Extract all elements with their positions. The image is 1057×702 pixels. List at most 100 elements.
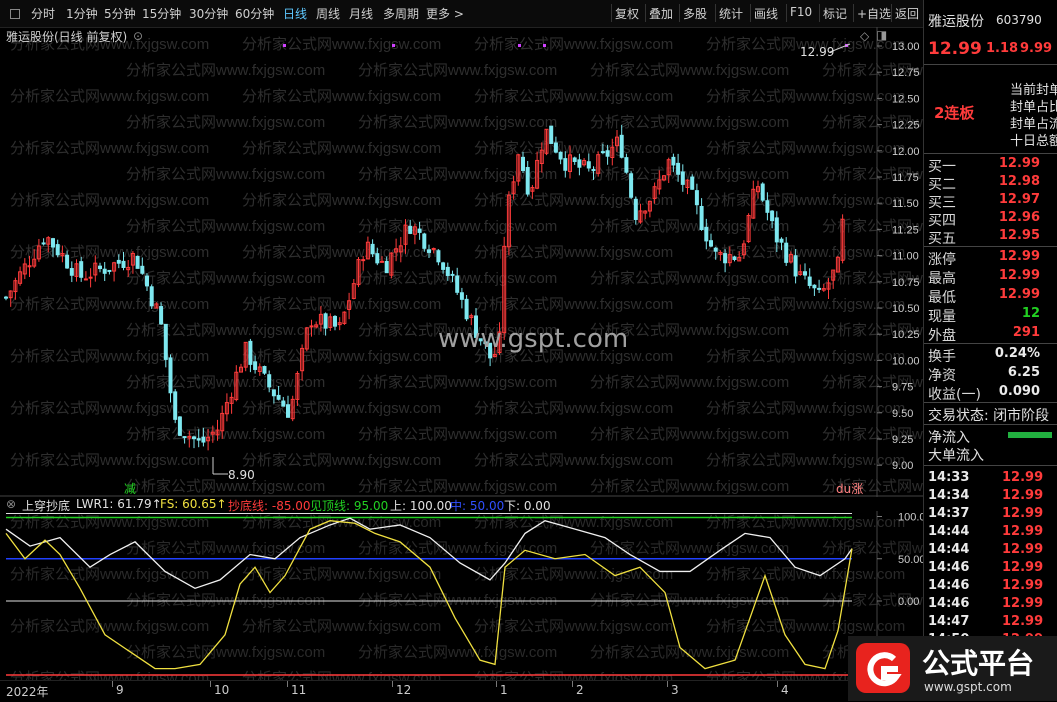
- tick-row[interactable]: 14:44 12.99: [924, 540, 1057, 558]
- buy-order-price: 12.96: [998, 210, 1040, 225]
- logo-text: 公式平台: [922, 647, 1035, 680]
- price-tick-label: 11.75: [892, 172, 919, 184]
- watermark-text: 分析家公式网www.fxjgsw.com: [706, 400, 905, 417]
- time-tick: [667, 681, 668, 687]
- menu-square-icon[interactable]: [10, 9, 20, 19]
- buy-order-row[interactable]: 买四 12.96: [924, 209, 1057, 229]
- candle-body: [88, 276, 93, 279]
- toolbar-button-4[interactable]: 画线: [754, 5, 778, 22]
- stat2-value: 0.090: [998, 384, 1040, 399]
- tick-time: 14:46: [928, 560, 970, 575]
- period-tab-10[interactable]: 更多 >: [426, 5, 464, 22]
- tick-row[interactable]: 14:46 12.99: [924, 558, 1057, 576]
- watermark-text: 分析家公式网www.fxjgsw.com: [126, 270, 325, 287]
- buy-order-row[interactable]: 买五 12.95: [924, 227, 1057, 247]
- tick-row[interactable]: 14:37 12.99: [924, 504, 1057, 522]
- time-label-1: 9: [116, 683, 124, 697]
- candle-body: [765, 200, 770, 213]
- toolbar-button-3[interactable]: 统计: [719, 5, 743, 22]
- buy-order-row[interactable]: 买二 12.98: [924, 173, 1057, 193]
- period-tab-0[interactable]: 分时: [31, 5, 55, 22]
- stat-row: 最高 12.99: [924, 267, 1057, 287]
- tick-row[interactable]: 14:33 12.99: [924, 468, 1057, 486]
- candle-body: [553, 142, 558, 153]
- stat-value: 12.99: [998, 249, 1040, 264]
- toolbar-button-1[interactable]: 叠加: [649, 5, 673, 22]
- stat-label: 外盘: [928, 328, 956, 344]
- candle-body: [276, 394, 281, 400]
- candle-body: [803, 271, 807, 276]
- tick-row[interactable]: 14:46 12.99: [924, 594, 1057, 612]
- period-tab-6[interactable]: 日线: [283, 5, 307, 22]
- osc-tick-label: 50.00: [898, 554, 923, 566]
- tick-row[interactable]: 14:44 12.99: [924, 522, 1057, 540]
- stock-code: 603790: [996, 13, 1042, 27]
- candle-body: [427, 249, 431, 253]
- candle-body: [760, 183, 765, 201]
- watermark-text: 分析家公式网www.fxjgsw.com: [474, 400, 673, 417]
- candle-body: [192, 436, 196, 440]
- toolbar-button-7[interactable]: +自选: [857, 5, 891, 22]
- candle-body: [102, 268, 107, 274]
- tick-price: 12.99: [1002, 542, 1044, 557]
- watermark-text: 分析家公式网www.fxjgsw.com: [358, 374, 557, 391]
- candle-body: [690, 176, 695, 190]
- price-tick-label: 9.50: [892, 408, 913, 420]
- watermark-text: 分析家公式网www.fxjgsw.com: [242, 566, 441, 583]
- limit-up-badge: 2连板: [934, 104, 975, 122]
- watermark-text: 分析家公式网www.fxjgsw.com: [126, 374, 325, 391]
- toolbar-button-0[interactable]: 复权: [615, 5, 639, 22]
- toolbar-separator: [611, 4, 612, 22]
- toolbar-button-8[interactable]: 返回: [895, 5, 919, 22]
- period-tab-2[interactable]: 5分钟: [104, 5, 136, 22]
- candle-body: [629, 173, 634, 198]
- watermark-text: 分析家公式网www.fxjgsw.com: [706, 88, 905, 105]
- period-tab-8[interactable]: 月线: [349, 5, 373, 22]
- toolbar-button-5[interactable]: F10: [790, 5, 812, 19]
- period-tab-7[interactable]: 周线: [316, 5, 340, 22]
- period-tab-9[interactable]: 多周期: [383, 5, 419, 22]
- candlestick-chart[interactable]: 分析家公式网www.fxjgsw.com 分析家公式网www.fxjgsw.com…: [0, 27, 923, 497]
- buy-order-price: 12.97: [998, 192, 1040, 207]
- tick-row[interactable]: 14:34 12.99: [924, 486, 1057, 504]
- candle-body: [713, 247, 718, 252]
- candle-body: [375, 253, 380, 264]
- watermark-text: 分析家公式网www.fxjgsw.com: [242, 348, 441, 365]
- oscillator-chart[interactable]: 分析家公式网www.fxjgsw.com 分析家公式网www.fxjgsw.com…: [0, 497, 923, 682]
- watermark-text: 分析家公式网www.fxjgsw.com: [242, 244, 441, 261]
- settings-icon[interactable]: ⊙: [133, 29, 143, 43]
- stat-label: 最高: [928, 271, 956, 287]
- candle-body: [173, 391, 178, 420]
- tick-price: 12.99: [1002, 524, 1044, 539]
- time-label-6: 2: [576, 683, 584, 697]
- stat-label: 现量: [928, 309, 956, 325]
- stock-name: 雅运股份: [928, 14, 984, 30]
- window-icon[interactable]: ◨: [876, 28, 887, 42]
- period-tab-1[interactable]: 1分钟: [66, 5, 98, 22]
- candle-body: [333, 315, 337, 327]
- period-tab-3[interactable]: 15分钟: [142, 5, 181, 22]
- toolbar-button-6[interactable]: 标记: [823, 5, 847, 22]
- period-tab-4[interactable]: 30分钟: [189, 5, 228, 22]
- candle-body: [51, 238, 55, 248]
- tick-row[interactable]: 14:46 12.99: [924, 576, 1057, 594]
- diamond-icon[interactable]: ◇: [860, 29, 869, 43]
- rise-marker: du涨: [836, 482, 864, 496]
- watermark-text: 分析家公式网www.fxjgsw.com: [358, 62, 557, 79]
- candle-body: [709, 240, 713, 247]
- buy-order-row[interactable]: 买一 12.99: [924, 155, 1057, 175]
- buy-order-price: 12.95: [998, 228, 1040, 243]
- candle-body: [577, 159, 582, 168]
- candle-body: [253, 361, 258, 370]
- low-price-label: 8.90: [228, 468, 255, 482]
- stat-label: 涨停: [928, 252, 956, 268]
- watermark-text: 分析家公式网www.fxjgsw.com: [10, 192, 209, 209]
- tick-row[interactable]: 14:47 12.99: [924, 612, 1057, 630]
- candle-body: [605, 150, 610, 157]
- toolbar-button-2[interactable]: 多股: [683, 5, 707, 22]
- watermark-text: 分析家公式网www.fxjgsw.com: [590, 218, 789, 235]
- period-tab-5[interactable]: 60分钟: [235, 5, 274, 22]
- time-tick: [210, 681, 211, 687]
- buy-order-row[interactable]: 买三 12.97: [924, 191, 1057, 211]
- candle-body: [624, 157, 629, 173]
